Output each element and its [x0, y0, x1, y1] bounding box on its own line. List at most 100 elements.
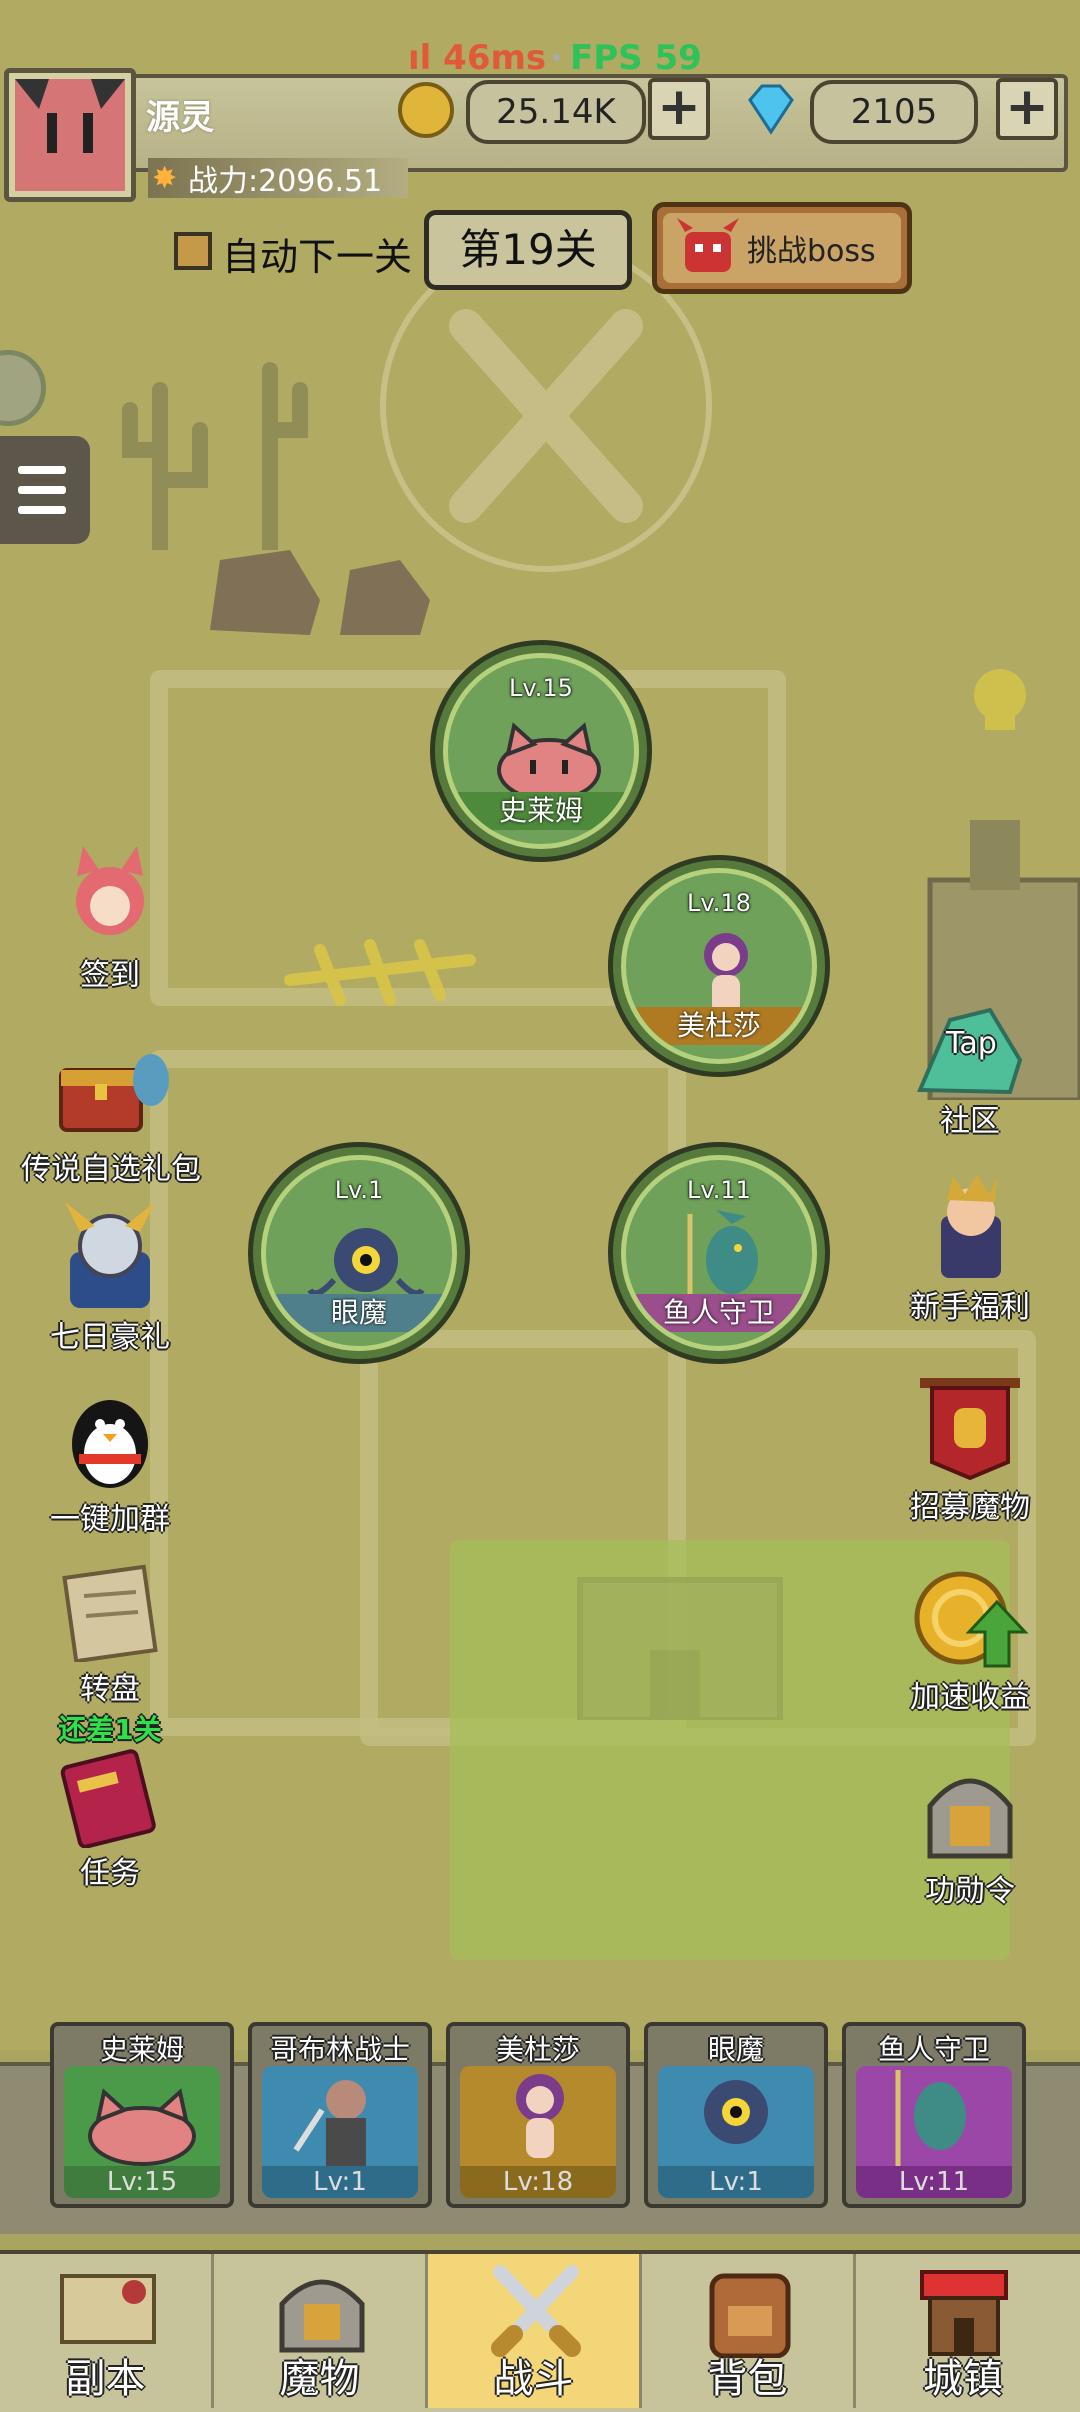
banner-helmet-icon — [920, 1378, 1020, 1481]
beholder-icon — [704, 2080, 768, 2144]
current-stage[interactable]: 第19关 — [424, 210, 632, 290]
nav-town[interactable]: 城镇 — [856, 2254, 1070, 2408]
map-icon — [60, 2274, 156, 2344]
menu-button[interactable] — [0, 436, 90, 544]
recruit-monster-label: 招募魔物 — [910, 1490, 1030, 1525]
combat-power-value: 战力:2096.51 — [188, 164, 383, 199]
nav-battle[interactable]: 战斗 — [428, 2254, 642, 2408]
seven-day-gift-label: 七日豪礼 — [50, 1320, 170, 1355]
scroll-icon — [62, 1564, 158, 1664]
menu-icon-line — [18, 486, 66, 494]
merit-order-label: 功勋令 — [925, 1874, 1015, 1909]
sign-in-label: 签到 — [80, 958, 140, 993]
team-slot-fishman-guard[interactable]: 鱼人守卫 Lv:11 — [842, 2022, 1026, 2208]
nav-dungeon[interactable]: 副本 — [0, 2254, 214, 2408]
add-gems-button[interactable]: + — [996, 78, 1058, 140]
team-member-level: Lv:18 — [460, 2166, 616, 2198]
wheel-label: 转盘 — [80, 1672, 140, 1707]
nav-monsters[interactable]: 魔物 — [214, 2254, 428, 2408]
helmet-icon — [927, 1778, 1013, 1859]
team-card: Lv:18 — [460, 2066, 616, 2198]
menu-icon — [18, 466, 66, 474]
nav-label: 副本 — [65, 2356, 146, 2402]
nav-label: 背包 — [707, 2356, 788, 2402]
menu-icon-line — [18, 506, 66, 514]
speed-up-earnings-button[interactable]: 加速收益 — [890, 1562, 1050, 1716]
legend-gift-pack-button[interactable]: 传说自选礼包 — [6, 1040, 216, 1188]
newbie-welfare-button[interactable]: 新手福利 — [890, 1172, 1050, 1326]
skull-decoration — [940, 660, 1060, 740]
team-member-name: 眼魔 — [707, 2033, 764, 2066]
quest-label: 任务 — [80, 1856, 140, 1891]
slime-icon — [88, 2088, 196, 2166]
cactus-decoration — [120, 330, 320, 558]
tap-icon-text: Tap — [946, 1026, 997, 1061]
player-header: 源灵 ıl 46ms · FPS 59 25.14K + 2105 + — [0, 38, 1080, 202]
team-member-level: Lv:1 — [262, 2166, 418, 2198]
gem-icon — [740, 84, 802, 140]
book-icon — [60, 1749, 156, 1849]
nav-label: 魔物 — [279, 2356, 360, 2402]
plus-icon: + — [657, 77, 701, 137]
join-group-button[interactable]: 一键加群 — [30, 1384, 190, 1538]
team-member-name: 哥布林战士 — [269, 2033, 410, 2066]
node-level: Lv.15 — [509, 674, 573, 702]
legend-gift-pack-label: 传说自选礼包 — [21, 1152, 201, 1187]
seven-day-gift-button[interactable]: 七日豪礼 — [30, 1202, 190, 1356]
newbie-welfare-label: 新手福利 — [910, 1290, 1030, 1325]
team-slot-slime[interactable]: 史莱姆 Lv:15 — [50, 2022, 234, 2208]
node-name: 鱼人守卫 — [626, 1294, 812, 1332]
auto-next-checkbox[interactable] — [174, 232, 212, 270]
treasure-chest-icon — [59, 1054, 169, 1132]
sign-in-button[interactable]: 签到 — [50, 846, 170, 994]
join-group-label: 一键加群 — [50, 1502, 170, 1537]
wheel-button[interactable]: 转盘 还差1关 — [40, 1562, 180, 1748]
medusa-icon — [516, 2074, 564, 2158]
nav-backpack[interactable]: 背包 — [642, 2254, 856, 2408]
community-button[interactable]: Tap 社区 — [900, 1000, 1040, 1140]
team-slot-medusa[interactable]: 美杜莎 Lv:18 — [446, 2022, 630, 2208]
map-node-beholder[interactable]: Lv.1 眼魔 — [248, 1142, 470, 1364]
plus-icon: + — [1005, 77, 1049, 137]
map-node-medusa[interactable]: Lv.18 美杜莎 — [608, 855, 830, 1077]
avatar[interactable] — [4, 68, 136, 202]
challenge-boss-label: 挑战boss — [747, 234, 876, 269]
quest-button[interactable]: 任务 — [40, 1738, 180, 1892]
add-gold-button[interactable]: + — [648, 78, 710, 140]
merit-order-button[interactable]: 功勋令 — [900, 1756, 1040, 1910]
shop-icon — [920, 2270, 1008, 2356]
team-member-name: 美杜莎 — [495, 2033, 580, 2066]
map-node-slime[interactable]: Lv.15 史莱姆 — [430, 640, 652, 862]
speed-up-earnings-label: 加速收益 — [910, 1680, 1030, 1715]
helmet-icon — [279, 2279, 365, 2353]
goblin-warrior-icon — [293, 2080, 366, 2168]
community-label: 社区 — [940, 1104, 1000, 1139]
node-level: Lv.11 — [687, 1176, 751, 1204]
team-slot-goblin-warrior[interactable]: 哥布林战士 Lv:1 — [248, 2022, 432, 2208]
fishman-icon — [895, 2070, 966, 2166]
challenge-boss-button[interactable]: 挑战boss — [652, 202, 912, 294]
tap-community-icon: Tap — [910, 1000, 1030, 1100]
node-name: 眼魔 — [266, 1294, 452, 1332]
node-level: Lv.18 — [687, 889, 751, 917]
ping-value: 46ms — [443, 38, 547, 78]
backpack-icon — [709, 2273, 791, 2358]
team-member-name: 史莱姆 — [99, 2033, 184, 2066]
slime-icon — [497, 722, 601, 800]
team-card: Lv:15 — [64, 2066, 220, 2198]
node-name: 史莱姆 — [448, 792, 634, 830]
gem-amount: 2105 — [810, 80, 978, 144]
node-level: Lv.1 — [334, 1176, 384, 1204]
gold-coin-icon — [398, 82, 454, 138]
auto-next-label: 自动下一关 — [222, 235, 413, 279]
team-card: Lv:1 — [658, 2066, 814, 2198]
team-member-level: Lv:15 — [64, 2166, 220, 2198]
recruit-monster-button[interactable]: 招募魔物 — [890, 1372, 1050, 1526]
team-slot-beholder[interactable]: 眼魔 Lv:1 — [644, 2022, 828, 2208]
gold-coin-arrow-icon — [914, 1571, 1029, 1668]
crossed-swords-icon — [491, 2265, 581, 2357]
map-node-fishman-guard[interactable]: Lv.11 鱼人守卫 — [608, 1142, 830, 1364]
team-member-level: Lv:11 — [856, 2166, 1012, 2198]
combat-power: ✸ 战力:2096.51 — [148, 158, 408, 199]
power-icon: ✸ — [152, 160, 178, 196]
